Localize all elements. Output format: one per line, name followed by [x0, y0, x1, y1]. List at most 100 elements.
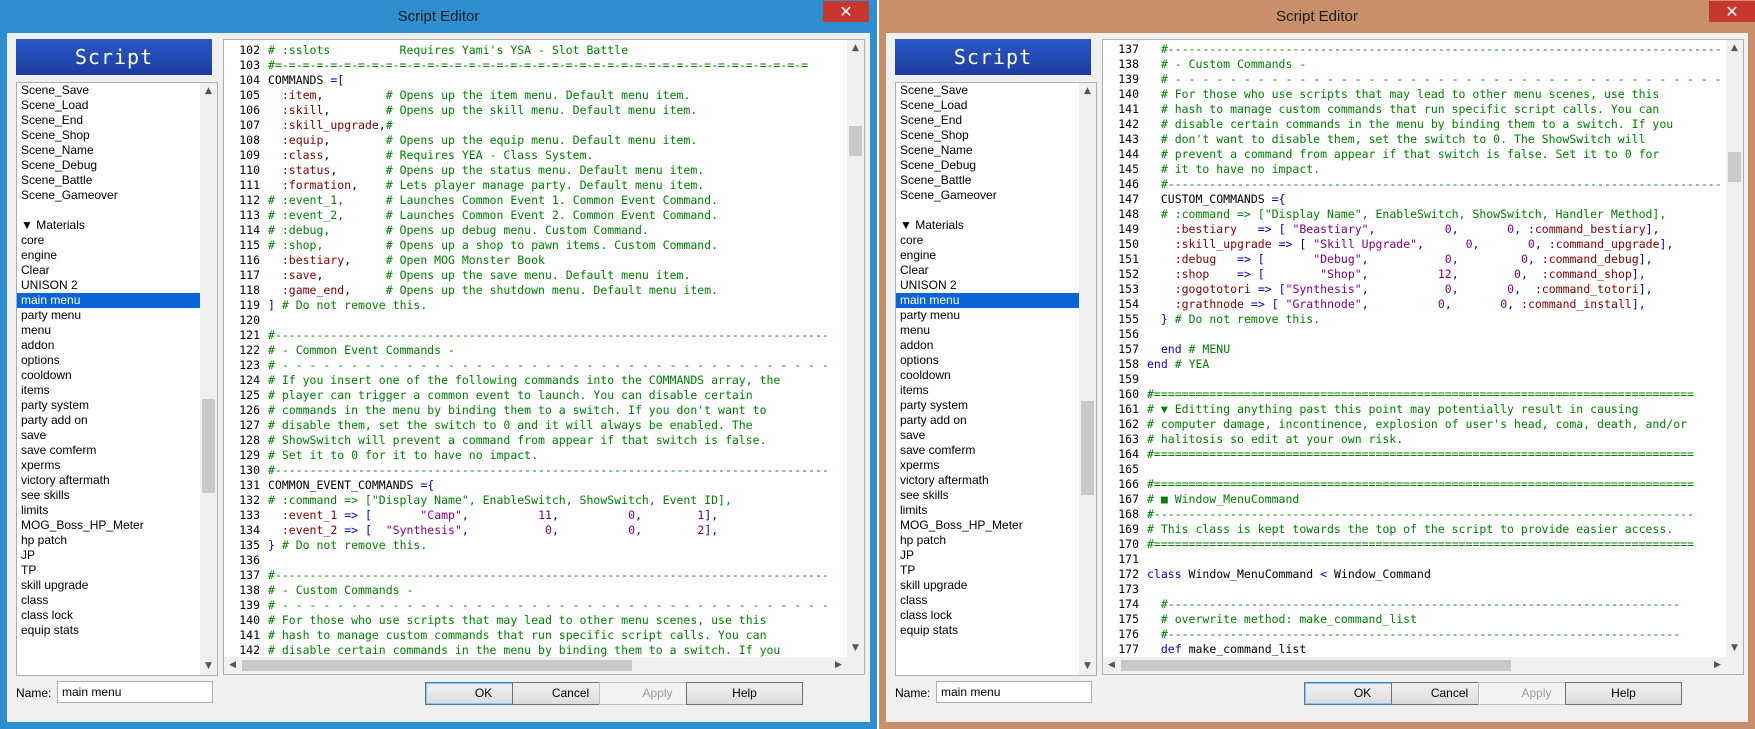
script-list-item[interactable]: save comferm — [896, 443, 1079, 458]
script-list-item[interactable]: cooldown — [17, 368, 200, 383]
chevron-down-icon[interactable]: ▼ — [1079, 658, 1096, 675]
script-list-item[interactable]: Scene_Debug — [896, 158, 1079, 173]
script-list-item[interactable]: Clear — [896, 263, 1079, 278]
script-list-item[interactable]: party add on — [896, 413, 1079, 428]
script-list-item[interactable]: Scene_Gameover — [17, 188, 200, 203]
script-list-item[interactable]: ▼ Materials — [17, 218, 200, 233]
script-list-scrollbar[interactable]: ▲ ▼ — [1079, 83, 1096, 675]
chevron-down-icon[interactable]: ▼ — [847, 640, 864, 657]
chevron-up-icon[interactable]: ▲ — [1079, 83, 1096, 100]
help-button[interactable]: Help — [1565, 682, 1682, 705]
scrollbar-thumb[interactable] — [1121, 660, 1511, 671]
script-list-item[interactable]: save — [896, 428, 1079, 443]
chevron-left-icon[interactable]: ◀ — [224, 657, 241, 674]
script-list-item[interactable]: engine — [17, 248, 200, 263]
script-list-item[interactable] — [17, 203, 200, 218]
script-list-item[interactable]: save comferm — [17, 443, 200, 458]
script-list-item[interactable]: Scene_Shop — [896, 128, 1079, 143]
script-list-item[interactable]: Scene_Save — [896, 83, 1079, 98]
script-list-item[interactable]: party menu — [896, 308, 1079, 323]
script-list-item[interactable]: equip stats — [17, 623, 200, 638]
close-icon[interactable]: ✕ — [823, 1, 869, 22]
script-list-item[interactable]: see skills — [896, 488, 1079, 503]
script-list-item[interactable]: menu — [896, 323, 1079, 338]
script-list-item[interactable]: skill upgrade — [17, 578, 200, 593]
script-list-item[interactable]: ▼ Materials — [896, 218, 1079, 233]
script-list-item[interactable]: Clear — [17, 263, 200, 278]
editor-horizontal-scrollbar[interactable]: ◀ ▶ — [1103, 657, 1726, 674]
script-list-item[interactable]: Scene_Gameover — [896, 188, 1079, 203]
script-list-item[interactable]: JP — [17, 548, 200, 563]
code-editor[interactable]: 102 # :sslots Requires Yami's YSA - Slot … — [223, 39, 865, 675]
script-list-item[interactable]: class lock — [17, 608, 200, 623]
script-list-item[interactable]: see skills — [17, 488, 200, 503]
script-list-item[interactable]: Scene_Debug — [17, 158, 200, 173]
script-list-item[interactable]: class lock — [896, 608, 1079, 623]
script-list-item[interactable]: hp patch — [17, 533, 200, 548]
script-list-item[interactable]: Scene_Shop — [17, 128, 200, 143]
code-area[interactable]: 102 # :sslots Requires Yami's YSA - Slot … — [224, 40, 847, 657]
script-list-item[interactable]: Scene_End — [896, 113, 1079, 128]
script-list-item[interactable]: options — [17, 353, 200, 368]
chevron-up-icon[interactable]: ▲ — [200, 83, 217, 100]
script-list-item[interactable]: Scene_Battle — [896, 173, 1079, 188]
script-list-item[interactable]: victory aftermath — [17, 473, 200, 488]
script-list-item[interactable]: UNISON 2 — [896, 278, 1079, 293]
script-list-item[interactable]: main menu — [896, 293, 1079, 308]
script-list-item[interactable]: class — [896, 593, 1079, 608]
script-list-scrollbar[interactable]: ▲ ▼ — [200, 83, 217, 675]
editor-horizontal-scrollbar[interactable]: ◀ ▶ — [224, 657, 847, 674]
script-list-item[interactable]: party add on — [17, 413, 200, 428]
script-list-item[interactable]: UNISON 2 — [17, 278, 200, 293]
script-list-item[interactable]: cooldown — [896, 368, 1079, 383]
script-list-item[interactable]: addon — [896, 338, 1079, 353]
script-list-item[interactable]: Scene_End — [17, 113, 200, 128]
script-list-item[interactable]: MOG_Boss_HP_Meter — [17, 518, 200, 533]
chevron-right-icon[interactable]: ▶ — [1709, 657, 1726, 674]
code-area[interactable]: 137 #-----------------------------------… — [1103, 40, 1726, 657]
scrollbar-thumb[interactable] — [1728, 152, 1741, 182]
chevron-down-icon[interactable]: ▼ — [200, 658, 217, 675]
script-list-item[interactable]: Scene_Load — [896, 98, 1079, 113]
script-list-item[interactable]: save — [17, 428, 200, 443]
script-list-item[interactable]: class — [17, 593, 200, 608]
name-field[interactable]: main menu — [57, 681, 213, 703]
script-list-item[interactable]: party menu — [17, 308, 200, 323]
scrollbar-thumb[interactable] — [1081, 401, 1094, 495]
script-list-item[interactable]: xperms — [896, 458, 1079, 473]
script-list-item[interactable]: addon — [17, 338, 200, 353]
editor-vertical-scrollbar[interactable]: ▲ ▼ — [1726, 40, 1743, 657]
chevron-down-icon[interactable]: ▼ — [1726, 640, 1743, 657]
script-list-item[interactable]: Scene_Save — [17, 83, 200, 98]
script-list-item[interactable]: limits — [896, 503, 1079, 518]
scrollbar-thumb[interactable] — [202, 399, 215, 493]
script-list-item[interactable]: MOG_Boss_HP_Meter — [896, 518, 1079, 533]
script-list[interactable]: Scene_Save Scene_Load Scene_End Scene_Shop S… — [895, 82, 1097, 676]
script-list[interactable]: Scene_Save Scene_Load Scene_End Scene_Shop S… — [16, 82, 218, 676]
script-list-item[interactable] — [896, 203, 1079, 218]
script-list-item[interactable]: TP — [17, 563, 200, 578]
help-button[interactable]: Help — [686, 682, 803, 705]
chevron-right-icon[interactable]: ▶ — [830, 657, 847, 674]
script-list-item[interactable]: items — [17, 383, 200, 398]
script-list-item[interactable]: Scene_Battle — [17, 173, 200, 188]
chevron-up-icon[interactable]: ▲ — [1726, 40, 1743, 57]
name-field[interactable]: main menu — [936, 681, 1092, 703]
code-editor[interactable]: 137 #-----------------------------------… — [1102, 39, 1744, 675]
script-list-item[interactable]: JP — [896, 548, 1079, 563]
script-list-item[interactable]: skill upgrade — [896, 578, 1079, 593]
script-list-item[interactable]: TP — [896, 563, 1079, 578]
close-icon[interactable]: ✕ — [1709, 1, 1755, 22]
script-list-item[interactable]: main menu — [17, 293, 200, 308]
script-list-item[interactable]: core — [17, 233, 200, 248]
chevron-up-icon[interactable]: ▲ — [847, 40, 864, 57]
script-list-item[interactable]: items — [896, 383, 1079, 398]
script-list-item[interactable]: limits — [17, 503, 200, 518]
script-list-item[interactable]: options — [896, 353, 1079, 368]
chevron-left-icon[interactable]: ◀ — [1103, 657, 1120, 674]
script-list-item[interactable]: Scene_Load — [17, 98, 200, 113]
script-list-item[interactable]: engine — [896, 248, 1079, 263]
script-list-item[interactable]: xperms — [17, 458, 200, 473]
script-list-item[interactable]: party system — [896, 398, 1079, 413]
script-list-item[interactable]: menu — [17, 323, 200, 338]
